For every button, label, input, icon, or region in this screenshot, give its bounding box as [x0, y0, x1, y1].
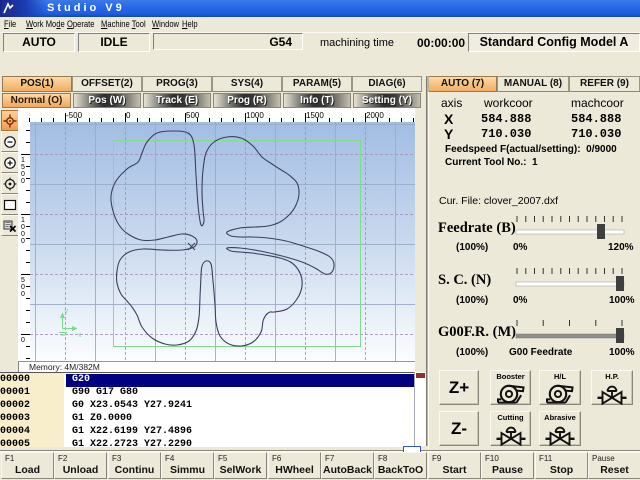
svg-text:1500: 1500: [21, 157, 25, 185]
svg-text:1000: 1000: [246, 111, 264, 120]
svg-text:x: x: [78, 332, 82, 339]
svg-text:500: 500: [186, 111, 200, 120]
svg-text:1500: 1500: [306, 111, 324, 120]
svg-text:-500: -500: [66, 111, 83, 120]
svg-text:2000: 2000: [366, 111, 384, 120]
svg-text:0: 0: [21, 337, 25, 344]
svg-text:0: 0: [126, 111, 131, 120]
svg-text:1000: 1000: [21, 217, 25, 245]
svg-text:y: y: [65, 308, 69, 315]
svg-text:500: 500: [21, 277, 25, 298]
